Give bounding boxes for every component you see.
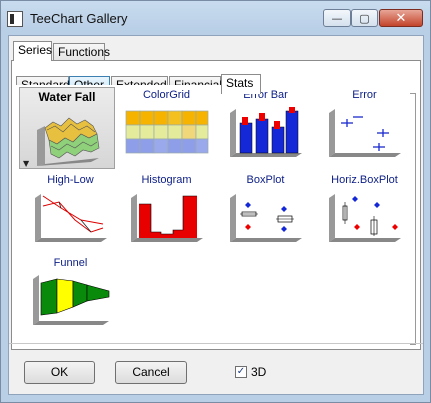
- minimize-icon: —: [331, 11, 343, 25]
- window-title: TeeChart Gallery: [30, 11, 128, 26]
- funnel-chart-icon: [32, 275, 109, 325]
- gallery-item-waterfall[interactable]: Water Fall ▼: [19, 87, 115, 169]
- waterfall-chart-icon: [37, 117, 100, 166]
- tab-stats[interactable]: Stats: [221, 74, 261, 94]
- gallery-item-label: BoxPlot: [246, 174, 285, 186]
- 3d-checkbox-label: 3D: [251, 365, 267, 379]
- colorgrid-chart-icon: [125, 110, 208, 154]
- horiz-boxplot-chart-icon: [328, 194, 401, 242]
- histogram-chart-icon: [130, 194, 203, 242]
- gallery-item-label: High-Low: [47, 174, 94, 186]
- gallery-item-error[interactable]: Error: [317, 87, 412, 167]
- gallery-item-label: Funnel: [53, 257, 88, 269]
- maximize-icon: ▢: [359, 11, 370, 25]
- gallery-item-errorbar[interactable]: Error Bar: [218, 87, 313, 167]
- divider: [9, 343, 423, 344]
- dialog-client-area: Series Functions Standard Other Extended…: [8, 35, 424, 395]
- gallery-item-histogram[interactable]: Histogram: [119, 172, 214, 252]
- boxplot-chart-icon: [229, 194, 302, 242]
- gallery-item-horiz-boxplot[interactable]: Horiz.BoxPlot: [317, 172, 412, 252]
- gallery-item-boxplot[interactable]: BoxPlot: [218, 172, 313, 252]
- 3d-checkbox[interactable]: ✓: [235, 366, 247, 378]
- gallery-item-label: Water Fall: [38, 90, 96, 104]
- gallery-item-label: ColorGrid: [142, 89, 191, 101]
- gallery-item-label: Error: [352, 89, 377, 101]
- gallery-item-label: Horiz.BoxPlot: [331, 174, 398, 186]
- cancel-button[interactable]: Cancel: [115, 361, 187, 384]
- close-button[interactable]: ✕: [379, 9, 423, 27]
- gallery-item-colorgrid[interactable]: ColorGrid: [119, 87, 214, 167]
- highlow-chart-icon: [34, 194, 107, 242]
- error-chart-icon: [328, 109, 401, 157]
- ok-button[interactable]: OK: [24, 361, 95, 384]
- gallery-item-highlow[interactable]: High-Low: [23, 172, 118, 252]
- chart-gallery: Water Fall ▼ ColorGrid Error Bar Error H…: [15, 85, 410, 347]
- gallery-item-label: Histogram: [141, 174, 192, 186]
- gallery-window: TeeChart Gallery — ▢ ✕ Series Functions …: [0, 0, 431, 403]
- maximize-button[interactable]: ▢: [351, 9, 378, 27]
- app-icon: [7, 11, 23, 27]
- dropdown-arrow-icon[interactable]: ▼: [23, 159, 29, 168]
- close-icon: ✕: [395, 10, 407, 26]
- checkmark-icon: ✓: [236, 366, 246, 377]
- errorbar-chart-icon: [229, 107, 302, 157]
- tab-series[interactable]: Series: [13, 41, 52, 61]
- minimize-button[interactable]: —: [323, 9, 351, 27]
- gallery-item-funnel[interactable]: Funnel: [23, 255, 118, 335]
- title-bar[interactable]: TeeChart Gallery — ▢ ✕: [1, 1, 430, 35]
- tab-functions[interactable]: Functions: [53, 43, 110, 61]
